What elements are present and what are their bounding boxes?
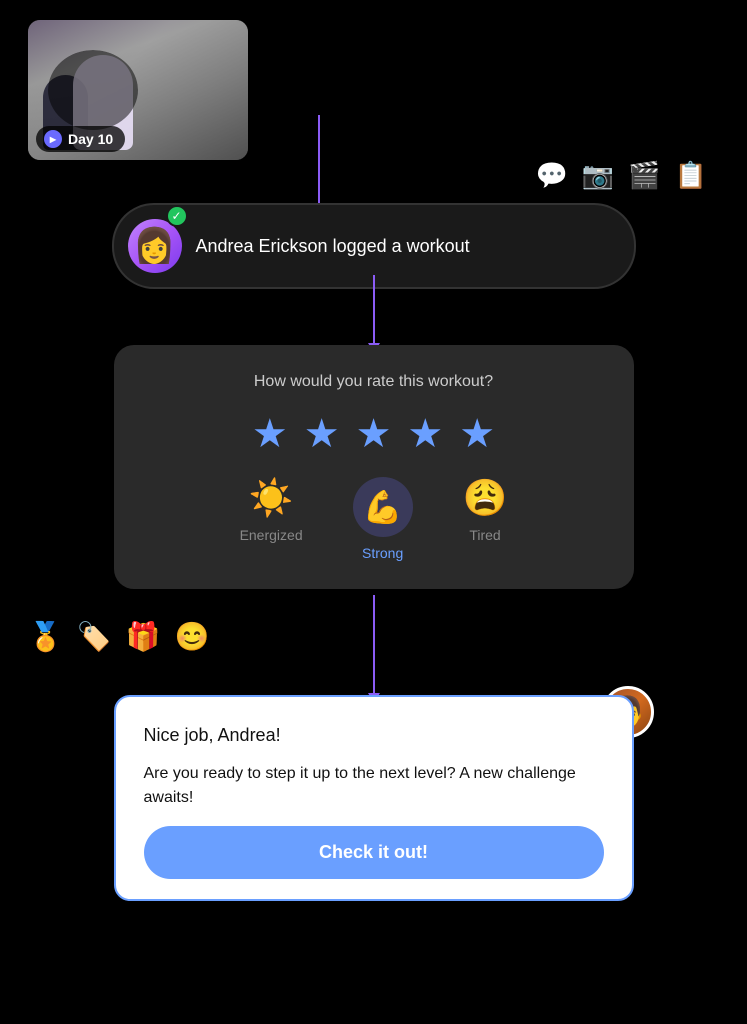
rating-question: How would you rate this workout? (254, 373, 493, 391)
emoji-icon[interactable]: 😊 (175, 620, 210, 653)
star-3[interactable]: ★ (356, 411, 392, 457)
tired-emoji: 😩 (463, 477, 508, 519)
mood-tired[interactable]: 😩 Tired (463, 477, 508, 543)
medal-icon[interactable]: 🏅 (28, 620, 63, 653)
message-greeting: Nice job, Andrea! (144, 725, 604, 746)
chat-icon[interactable]: 💬 (536, 160, 568, 191)
gift-icon[interactable]: 🎁 (126, 620, 161, 653)
strong-emoji: 💪 (363, 488, 403, 526)
video-card[interactable]: ▶ Day 10 (28, 20, 248, 160)
video-icon[interactable]: 🎬 (628, 160, 660, 191)
document-icon[interactable]: 📋 (675, 160, 707, 191)
icons-row-mid: 🏅 🏷️ 🎁 😊 (28, 620, 210, 653)
camera-icon[interactable]: 📷 (582, 160, 614, 191)
day-badge: ▶ Day 10 (36, 126, 125, 152)
play-icon: ▶ (44, 130, 62, 148)
mood-strong[interactable]: 💪 Strong (353, 477, 413, 561)
message-body: Are you ready to step it up to the next … (144, 762, 604, 810)
notification-text: Andrea Erickson logged a workout (196, 236, 470, 257)
day-label: Day 10 (68, 131, 113, 147)
star-2[interactable]: ★ (304, 411, 340, 457)
energized-label: Energized (240, 527, 303, 543)
strong-label: Strong (362, 545, 403, 561)
stars-row[interactable]: ★ ★ ★ ★ ★ (252, 411, 495, 457)
star-4[interactable]: ★ (407, 411, 443, 457)
user-avatar (128, 219, 182, 273)
rating-card: How would you rate this workout? ★ ★ ★ ★… (114, 345, 634, 589)
tired-label: Tired (469, 527, 500, 543)
mood-energized[interactable]: ☀️ Energized (240, 477, 303, 543)
arrow-video-to-notification (318, 115, 320, 210)
check-it-out-button[interactable]: Check it out! (144, 826, 604, 879)
message-card: Nice job, Andrea! Are you ready to step … (114, 695, 634, 901)
star-1[interactable]: ★ (252, 411, 288, 457)
arrow-rating-to-msg (373, 595, 375, 695)
tag-icon[interactable]: 🏷️ (77, 620, 112, 653)
icons-row-top: 💬 📷 🎬 📋 (536, 160, 708, 191)
check-badge: ✓ (166, 205, 188, 227)
strong-emoji-container: 💪 (353, 477, 413, 537)
star-5[interactable]: ★ (459, 411, 495, 457)
energized-emoji: ☀️ (249, 477, 294, 519)
moods-row: ☀️ Energized 💪 Strong 😩 Tired (146, 477, 602, 561)
arrow-notif-to-rating (373, 275, 375, 345)
